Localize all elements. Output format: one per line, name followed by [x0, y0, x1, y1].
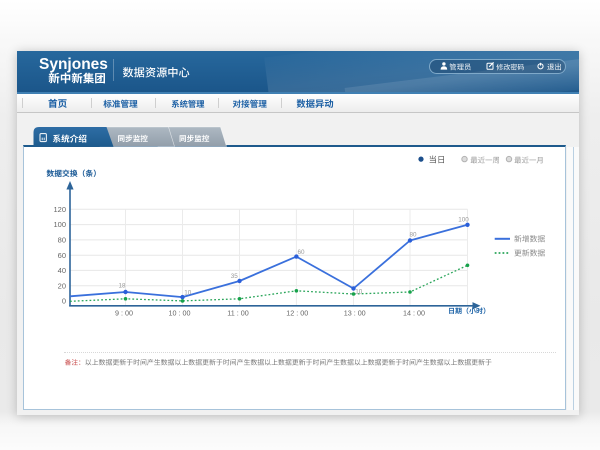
- svg-text:0: 0: [62, 297, 66, 306]
- svg-text:10: 10: [184, 290, 192, 297]
- svg-text:13 : 00: 13 : 00: [344, 309, 366, 318]
- svg-text:10 : 00: 10 : 00: [169, 309, 191, 318]
- svg-text:100: 100: [458, 216, 469, 223]
- svg-text:35: 35: [231, 273, 239, 280]
- svg-text:120: 120: [53, 205, 66, 214]
- svg-text:60: 60: [58, 251, 66, 260]
- svg-text:9 : 00: 9 : 00: [115, 309, 133, 318]
- svg-text:20: 20: [58, 281, 66, 290]
- svg-text:80: 80: [409, 231, 417, 238]
- svg-text:14 : 00: 14 : 00: [403, 309, 425, 318]
- svg-text:10: 10: [355, 289, 363, 296]
- svg-text:12 : 00: 12 : 00: [286, 309, 308, 318]
- svg-text:80: 80: [58, 236, 66, 245]
- svg-text:60: 60: [297, 249, 305, 256]
- svg-text:18: 18: [118, 283, 126, 290]
- svg-text:100: 100: [53, 220, 66, 229]
- svg-text:40: 40: [58, 266, 66, 275]
- svg-text:11 : 00: 11 : 00: [227, 309, 248, 318]
